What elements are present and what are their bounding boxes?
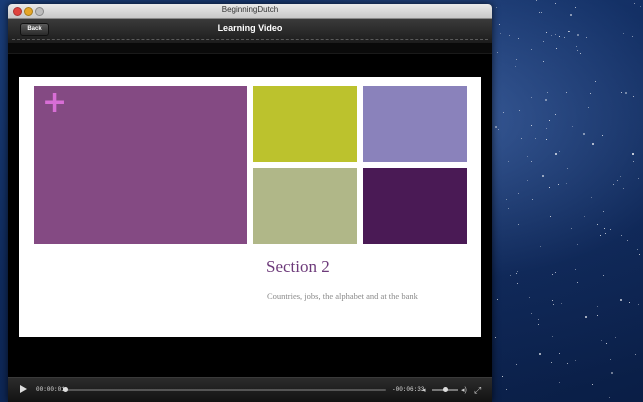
star [622, 33, 624, 35]
video-frame[interactable]: + Section 2 Countries, jobs, the alphabe… [19, 77, 481, 337]
window-title: BeginningDutch [221, 5, 279, 14]
scrub-bar[interactable] [62, 387, 386, 392]
star [542, 40, 544, 42]
slide-tile-sage [253, 168, 357, 244]
star [517, 193, 519, 195]
remaining-time: -00:06:33 [392, 386, 425, 393]
slide-tile-lavender [363, 86, 467, 162]
volume-low-icon: ◂ [422, 387, 426, 394]
app-window: BeginningDutch Back Learning Video + Sec… [8, 4, 492, 402]
star [545, 31, 547, 33]
slide-tile-large: + [34, 86, 247, 244]
star [590, 196, 592, 198]
star [496, 298, 498, 300]
star [628, 301, 630, 303]
star [624, 91, 627, 94]
star [574, 268, 576, 270]
star [515, 58, 517, 60]
star [537, 323, 539, 325]
fullscreen-icon[interactable]: ⤢ [474, 385, 481, 396]
star [546, 138, 547, 140]
star [610, 358, 612, 360]
subbar [8, 43, 492, 54]
star [560, 302, 562, 304]
star [603, 228, 605, 230]
elapsed-time: 00:00:01 [36, 386, 65, 393]
star [549, 215, 551, 217]
volume-slider[interactable] [432, 387, 458, 392]
star [530, 48, 532, 50]
volume-high-icon: ◂) [461, 387, 467, 394]
play-icon[interactable] [20, 385, 27, 393]
star [579, 52, 581, 54]
volume-handle[interactable] [443, 387, 448, 392]
star [546, 92, 548, 94]
star [566, 167, 568, 169]
player-controls: 00:00:01 -00:06:33 ◂ ◂) ⤢ [8, 377, 492, 402]
star [550, 34, 552, 36]
star [502, 111, 504, 113]
star [632, 96, 634, 97]
star [619, 298, 622, 301]
star [571, 125, 573, 127]
page-title: Learning Video [217, 23, 283, 33]
star [514, 65, 516, 67]
star [548, 186, 550, 188]
slide-subheading: Countries, jobs, the alphabet and at the… [267, 291, 418, 301]
plus-icon: + [42, 85, 68, 120]
slide-tile-plum [363, 168, 467, 244]
star [621, 91, 623, 93]
star [639, 5, 641, 7]
slide-tile-lime [253, 86, 357, 162]
star [638, 254, 640, 256]
star [636, 249, 638, 251]
scrub-handle[interactable] [62, 387, 68, 392]
star [569, 14, 572, 17]
star [539, 11, 541, 13]
toolbar: Back Learning Video [8, 19, 492, 43]
star [520, 137, 522, 139]
star [596, 314, 598, 316]
star [563, 37, 565, 39]
star [637, 304, 639, 306]
star [574, 6, 576, 8]
star [597, 223, 599, 225]
toolbar-divider [12, 39, 488, 40]
star [584, 316, 587, 319]
star [508, 207, 510, 209]
star [537, 318, 539, 320]
star [570, 227, 572, 229]
star [633, 2, 635, 4]
star [548, 119, 550, 121]
star [558, 35, 560, 37]
star [631, 35, 633, 37]
title-bar: BeginningDutch [8, 4, 492, 19]
star [602, 210, 604, 212]
star [515, 272, 517, 274]
star [626, 239, 628, 241]
slide-heading: Section 2 [266, 257, 330, 276]
star [554, 113, 556, 115]
